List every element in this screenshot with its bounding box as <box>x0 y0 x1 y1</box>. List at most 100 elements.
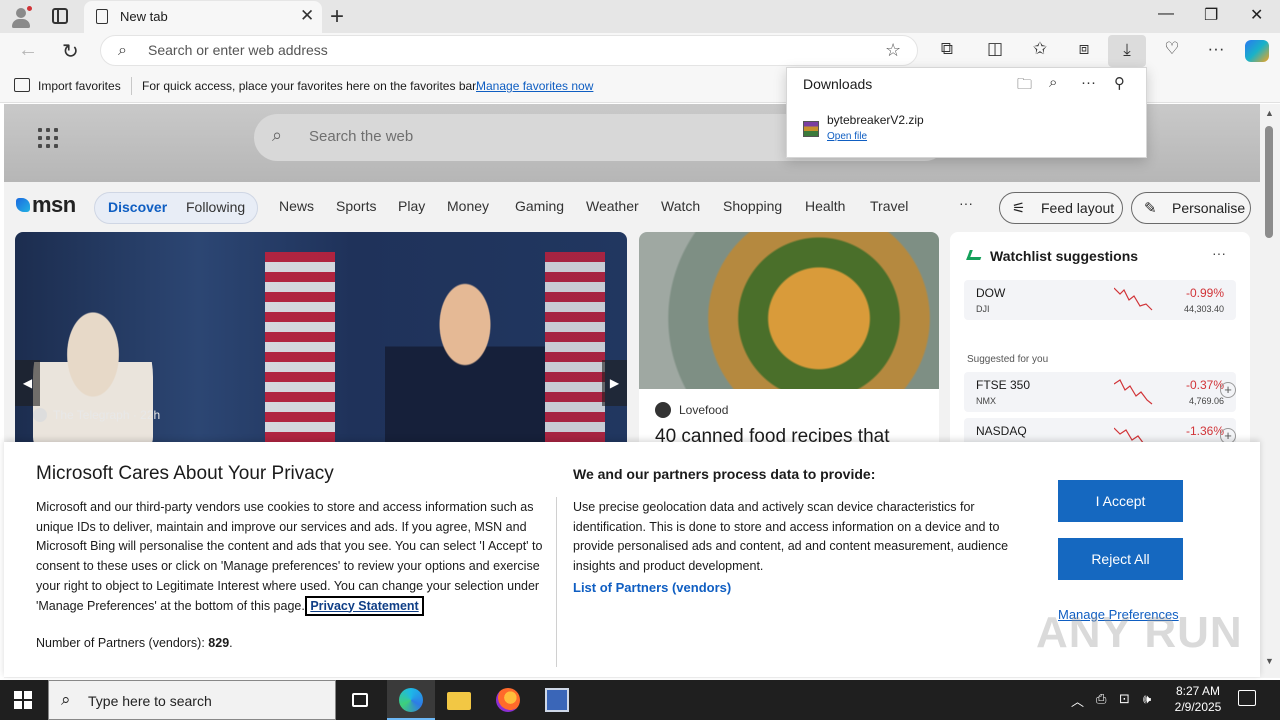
publisher-icon <box>33 408 47 422</box>
consent-body-text: Microsoft and our third-party vendors us… <box>36 500 543 613</box>
open-folder-icon[interactable]: 🗀 <box>1017 74 1032 99</box>
stock-row[interactable]: DOW DJI -0.99% 44,303.40 <box>964 280 1236 320</box>
task-view-icon[interactable] <box>336 680 384 720</box>
tab-following[interactable]: Following <box>186 199 245 215</box>
profile-icon[interactable] <box>9 5 33 29</box>
pin-icon[interactable]: ⚲ <box>1114 74 1125 92</box>
stock-symbol: DOW <box>976 286 1006 300</box>
partners-list-link[interactable]: List of Partners (vendors) <box>573 580 731 595</box>
edge-taskbar-icon[interactable] <box>387 680 435 720</box>
tab-new-tab[interactable]: New tab ✕ <box>84 1 322 33</box>
show-hidden-icons-icon[interactable]: ︿ <box>1071 691 1084 710</box>
carousel-prev-button[interactable]: ◀ <box>15 360 40 406</box>
nav-watch[interactable]: Watch <box>661 198 700 214</box>
back-button[interactable]: ← <box>18 39 38 62</box>
folder-glyph <box>447 692 471 710</box>
hero-photo-person <box>385 282 545 452</box>
nav-weather[interactable]: Weather <box>586 198 639 214</box>
settings-more-icon[interactable]: ··· <box>1203 39 1229 59</box>
close-window-button[interactable]: ✕ <box>1250 5 1263 25</box>
scroll-thumb[interactable] <box>1265 126 1273 238</box>
add-to-watchlist-button[interactable]: + <box>1220 382 1236 398</box>
stock-sparkline <box>1114 287 1153 311</box>
tab-discover[interactable]: Discover <box>108 199 167 215</box>
privacy-statement-link[interactable]: Privacy Statement <box>305 595 424 616</box>
page-icon <box>96 9 108 24</box>
nav-shopping[interactable]: Shopping <box>723 198 782 214</box>
address-bar[interactable]: ⌕ ☆ <box>100 35 918 66</box>
msn-logo[interactable]: msn <box>16 192 76 218</box>
file-explorer-icon[interactable] <box>435 680 483 720</box>
feed-layout-button[interactable]: ⚟ Feed layout <box>999 192 1123 224</box>
app-glyph <box>545 688 569 712</box>
nav-travel[interactable]: Travel <box>870 198 908 214</box>
firefox-icon[interactable] <box>484 680 532 720</box>
import-favorites-button[interactable]: Import favorites <box>38 79 121 93</box>
favorites-icon[interactable]: ✩ <box>1027 39 1053 59</box>
watchlist-card: Watchlist suggestions ··· DOW DJI -0.99%… <box>950 232 1250 458</box>
downloads-icon[interactable]: ⤓ <box>1108 35 1146 67</box>
watchlist-menu-button[interactable]: ··· <box>1212 245 1226 261</box>
nav-sports[interactable]: Sports <box>336 198 376 214</box>
more-options-icon[interactable]: ··· <box>1081 74 1096 91</box>
device-icon[interactable]: ⎙ <box>1096 691 1106 707</box>
app-taskbar-icon[interactable] <box>533 680 581 720</box>
refresh-button[interactable]: ↻ <box>62 39 79 64</box>
page-scrollbar[interactable]: ▲ ▼ <box>1260 104 1280 678</box>
windows-start-icon[interactable] <box>14 691 32 709</box>
address-input[interactable] <box>148 42 848 58</box>
scroll-up-icon[interactable]: ▲ <box>1265 108 1274 118</box>
network-icon[interactable]: ⊡ <box>1119 691 1130 707</box>
nav-health[interactable]: Health <box>805 198 845 214</box>
reject-all-button[interactable]: Reject All <box>1058 538 1183 580</box>
stock-change: -0.37% <box>1185 378 1224 392</box>
trend-icon <box>966 250 984 260</box>
notifications-icon[interactable] <box>1238 690 1256 706</box>
download-file-name[interactable]: bytebreakerV2.zip <box>827 113 924 127</box>
favorite-star-icon[interactable]: ☆ <box>885 40 901 61</box>
search-icon: ⌕ <box>272 125 283 145</box>
partners-count-line: Number of Partners (vendors): 829. <box>36 636 233 650</box>
stock-change: -1.36% <box>1185 424 1224 438</box>
hero-news-card[interactable]: ◀ ▶ The Telegraph · 22h <box>15 232 627 452</box>
tab-title: New tab <box>120 9 168 24</box>
downloads-flyout: Downloads 🗀 ⌕ ··· ⚲ bytebreakerV2.zip Op… <box>786 67 1147 158</box>
split-screen-icon[interactable]: ◫ <box>982 39 1008 59</box>
volume-icon[interactable]: 🕪 <box>1143 691 1151 707</box>
carousel-next-button[interactable]: ▶ <box>602 360 627 406</box>
tab-actions-icon[interactable] <box>52 8 68 24</box>
scroll-down-icon[interactable]: ▼ <box>1265 656 1274 666</box>
nav-play[interactable]: Play <box>398 198 425 214</box>
msn-butterfly-icon <box>16 198 30 212</box>
restore-button[interactable]: ❐ <box>1204 5 1218 25</box>
manage-favorites-link[interactable]: Manage favorites now <box>476 79 593 93</box>
personalise-button[interactable]: ✎ Personalise <box>1131 192 1251 224</box>
nav-gaming[interactable]: Gaming <box>515 198 564 214</box>
copilot-icon[interactable] <box>1245 40 1269 62</box>
browser-essentials-icon[interactable]: ♡ <box>1159 39 1185 59</box>
partners-label: Number of Partners (vendors): <box>36 636 205 650</box>
new-tab-button[interactable]: + <box>330 3 344 31</box>
food-news-card[interactable]: Lovefood 40 canned food recipes that <box>639 232 939 452</box>
stock-row[interactable]: FTSE 350 NMX -0.37% 4,769.06 + <box>964 372 1236 412</box>
accept-button[interactable]: I Accept <box>1058 480 1183 522</box>
favorites-divider <box>131 77 132 95</box>
minimize-button[interactable]: — <box>1158 5 1174 23</box>
food-source-name: Lovefood <box>679 403 729 417</box>
hero-age: 22h <box>140 408 161 422</box>
flag-image <box>265 252 335 452</box>
taskbar-search-box[interactable]: ⌕ Type here to search <box>48 680 336 720</box>
nav-news[interactable]: News <box>279 198 314 214</box>
nav-money[interactable]: Money <box>447 198 489 214</box>
collections-icon[interactable]: ⧈ <box>1071 39 1097 59</box>
nav-more-button[interactable]: ··· <box>959 195 973 211</box>
consent-body: Microsoft and our third-party vendors us… <box>36 498 546 616</box>
consent-right-title: We and our partners process data to prov… <box>573 466 876 482</box>
close-tab-icon[interactable]: ✕ <box>300 6 314 26</box>
task-view-glyph <box>352 693 368 707</box>
open-file-link[interactable]: Open file <box>827 131 867 142</box>
extensions-icon[interactable]: ⧉ <box>934 39 960 59</box>
search-downloads-icon[interactable]: ⌕ <box>1049 74 1057 91</box>
taskbar-clock[interactable]: 8:27 AM 2/9/2025 <box>1170 683 1226 715</box>
app-launcher-icon[interactable] <box>38 128 58 148</box>
